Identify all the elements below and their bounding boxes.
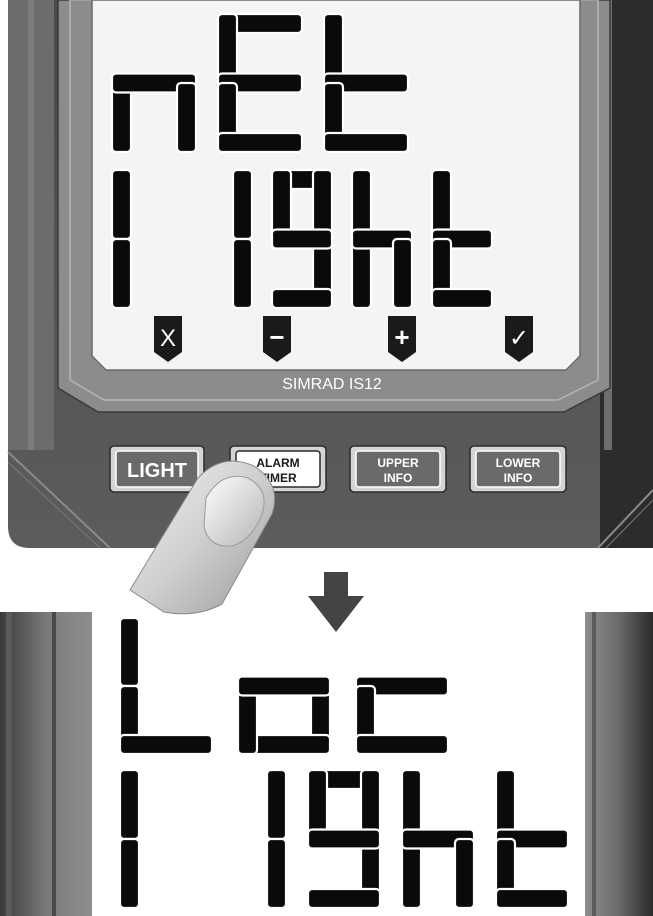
- bottom-left-side: [0, 612, 92, 916]
- lcd-segment: [453, 837, 476, 910]
- lcd-segment: [306, 887, 382, 910]
- lower-info-label-1: LOWER: [496, 456, 541, 470]
- lcd-segment: [118, 837, 141, 910]
- lcd-segment: [118, 733, 214, 756]
- instrument-bottom: [0, 612, 653, 916]
- lcd-segment: [494, 887, 570, 910]
- instrument-illustration: X − + ✓ SIMRAD IS12 LIGHT ALARM TIMER UP…: [0, 0, 653, 916]
- lcd-segment: [306, 828, 382, 850]
- plus-icon: +: [394, 322, 409, 352]
- alarm-timer-label-1: ALARM: [256, 456, 299, 470]
- lower-info-label-2: INFO: [504, 471, 533, 485]
- brand-label: SIMRAD IS12: [282, 376, 382, 393]
- lcd-segment: [236, 675, 332, 697]
- lcd-segment: [216, 131, 304, 154]
- lcd-character: [118, 768, 141, 910]
- lcd-character: [400, 768, 476, 910]
- lcd-segment: [231, 237, 254, 310]
- lcd-segment: [110, 168, 133, 241]
- lcd-character: [231, 168, 254, 310]
- lcd-segment: [354, 733, 450, 756]
- display-bottom-line2: [118, 768, 570, 910]
- upper-info-label-1: UPPER: [377, 456, 419, 470]
- lcd-segment: [270, 228, 334, 250]
- lcd-character: [110, 168, 133, 310]
- upper-info-label-2: INFO: [384, 471, 413, 485]
- instrument-top: X − + ✓ SIMRAD IS12 LIGHT ALARM TIMER UP…: [0, 0, 653, 615]
- lcd-character: [236, 675, 332, 756]
- lcd-character: [306, 768, 382, 910]
- lcd-segment: [430, 287, 494, 310]
- minus-icon: −: [269, 322, 284, 352]
- lcd-character: [118, 616, 214, 756]
- lcd-segment: [322, 131, 410, 154]
- lcd-character: [354, 675, 450, 756]
- display-bottom-line1: [118, 616, 450, 756]
- down-arrow-icon: [308, 572, 364, 632]
- checkmark-icon: ✓: [509, 324, 529, 352]
- lcd-segment: [391, 237, 414, 310]
- upper-info-button[interactable]: UPPER INFO: [349, 445, 447, 493]
- lcd-segment: [265, 768, 288, 841]
- lcd-segment: [231, 168, 254, 241]
- light-button[interactable]: LIGHT: [109, 445, 205, 493]
- lcd-segment: [118, 616, 141, 688]
- lcd-segment: [118, 768, 141, 841]
- light-button-label: LIGHT: [127, 460, 187, 482]
- lcd-character: [494, 768, 570, 910]
- lcd-character: [265, 768, 288, 910]
- lcd-segment: [110, 237, 133, 310]
- lcd-segment: [265, 837, 288, 910]
- lower-info-button[interactable]: LOWER INFO: [469, 445, 567, 493]
- lcd-segment: [175, 81, 198, 154]
- lcd-segment: [270, 287, 334, 310]
- cancel-icon: X: [160, 325, 176, 352]
